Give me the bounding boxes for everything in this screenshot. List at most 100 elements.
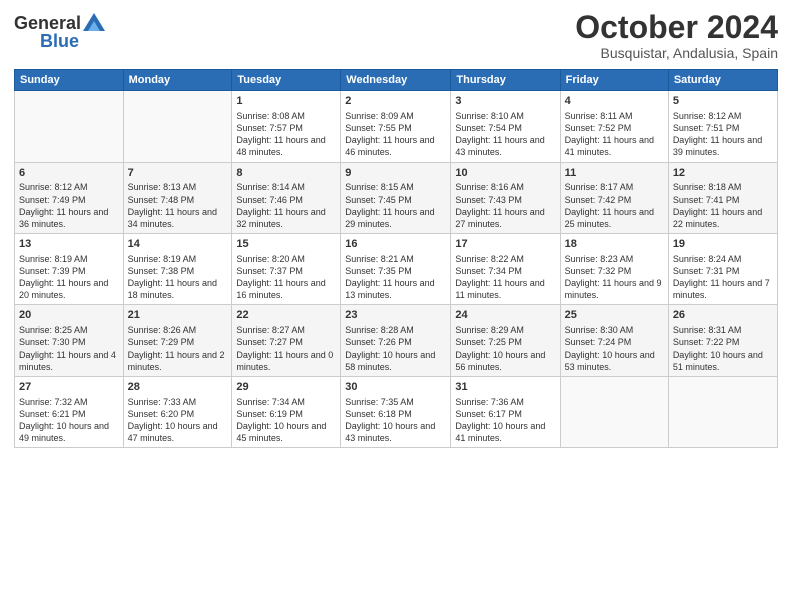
day-number: 27 <box>19 380 119 395</box>
calendar-week-row: 13Sunrise: 8:19 AM Sunset: 7:39 PM Dayli… <box>15 234 778 305</box>
calendar-cell: 27Sunrise: 7:32 AM Sunset: 6:21 PM Dayli… <box>15 376 124 447</box>
calendar-cell: 15Sunrise: 8:20 AM Sunset: 7:37 PM Dayli… <box>232 234 341 305</box>
weekday-header-row: SundayMondayTuesdayWednesdayThursdayFrid… <box>15 70 778 91</box>
logo: General Blue <box>14 14 105 52</box>
calendar-cell: 8Sunrise: 8:14 AM Sunset: 7:46 PM Daylig… <box>232 162 341 233</box>
day-info: Sunrise: 8:25 AM Sunset: 7:30 PM Dayligh… <box>19 324 119 373</box>
location: Busquistar, Andalusia, Spain <box>575 45 778 61</box>
day-info: Sunrise: 8:23 AM Sunset: 7:32 PM Dayligh… <box>565 253 664 302</box>
calendar-cell: 2Sunrise: 8:09 AM Sunset: 7:55 PM Daylig… <box>341 91 451 162</box>
weekday-header: Sunday <box>15 70 124 91</box>
day-number: 16 <box>345 237 446 252</box>
weekday-header: Tuesday <box>232 70 341 91</box>
day-info: Sunrise: 8:10 AM Sunset: 7:54 PM Dayligh… <box>455 110 555 159</box>
calendar-cell <box>123 91 232 162</box>
day-number: 15 <box>236 237 336 252</box>
day-number: 21 <box>128 308 228 323</box>
calendar-cell: 16Sunrise: 8:21 AM Sunset: 7:35 PM Dayli… <box>341 234 451 305</box>
day-info: Sunrise: 7:36 AM Sunset: 6:17 PM Dayligh… <box>455 396 555 445</box>
calendar-cell: 26Sunrise: 8:31 AM Sunset: 7:22 PM Dayli… <box>668 305 777 376</box>
calendar-week-row: 1Sunrise: 8:08 AM Sunset: 7:57 PM Daylig… <box>15 91 778 162</box>
day-number: 10 <box>455 166 555 181</box>
day-info: Sunrise: 8:09 AM Sunset: 7:55 PM Dayligh… <box>345 110 446 159</box>
calendar-cell: 10Sunrise: 8:16 AM Sunset: 7:43 PM Dayli… <box>451 162 560 233</box>
day-info: Sunrise: 8:21 AM Sunset: 7:35 PM Dayligh… <box>345 253 446 302</box>
day-info: Sunrise: 8:14 AM Sunset: 7:46 PM Dayligh… <box>236 181 336 230</box>
day-number: 25 <box>565 308 664 323</box>
calendar-cell: 20Sunrise: 8:25 AM Sunset: 7:30 PM Dayli… <box>15 305 124 376</box>
calendar-cell: 28Sunrise: 7:33 AM Sunset: 6:20 PM Dayli… <box>123 376 232 447</box>
day-info: Sunrise: 7:34 AM Sunset: 6:19 PM Dayligh… <box>236 396 336 445</box>
day-info: Sunrise: 8:27 AM Sunset: 7:27 PM Dayligh… <box>236 324 336 373</box>
day-number: 24 <box>455 308 555 323</box>
day-info: Sunrise: 8:30 AM Sunset: 7:24 PM Dayligh… <box>565 324 664 373</box>
calendar-cell <box>15 91 124 162</box>
day-number: 12 <box>673 166 773 181</box>
calendar-cell: 29Sunrise: 7:34 AM Sunset: 6:19 PM Dayli… <box>232 376 341 447</box>
day-number: 8 <box>236 166 336 181</box>
calendar-cell: 31Sunrise: 7:36 AM Sunset: 6:17 PM Dayli… <box>451 376 560 447</box>
day-number: 5 <box>673 94 773 109</box>
calendar-cell <box>560 376 668 447</box>
page: General Blue October 2024 Busquistar, An… <box>0 0 792 612</box>
calendar-cell: 11Sunrise: 8:17 AM Sunset: 7:42 PM Dayli… <box>560 162 668 233</box>
logo-icon <box>83 13 105 31</box>
day-info: Sunrise: 8:29 AM Sunset: 7:25 PM Dayligh… <box>455 324 555 373</box>
day-info: Sunrise: 8:19 AM Sunset: 7:39 PM Dayligh… <box>19 253 119 302</box>
day-info: Sunrise: 8:16 AM Sunset: 7:43 PM Dayligh… <box>455 181 555 230</box>
day-number: 18 <box>565 237 664 252</box>
calendar-cell: 3Sunrise: 8:10 AM Sunset: 7:54 PM Daylig… <box>451 91 560 162</box>
day-number: 29 <box>236 380 336 395</box>
calendar: SundayMondayTuesdayWednesdayThursdayFrid… <box>14 69 778 448</box>
day-number: 6 <box>19 166 119 181</box>
day-number: 2 <box>345 94 446 109</box>
day-info: Sunrise: 8:26 AM Sunset: 7:29 PM Dayligh… <box>128 324 228 373</box>
day-number: 14 <box>128 237 228 252</box>
calendar-cell: 5Sunrise: 8:12 AM Sunset: 7:51 PM Daylig… <box>668 91 777 162</box>
day-number: 9 <box>345 166 446 181</box>
day-info: Sunrise: 7:35 AM Sunset: 6:18 PM Dayligh… <box>345 396 446 445</box>
calendar-cell: 12Sunrise: 8:18 AM Sunset: 7:41 PM Dayli… <box>668 162 777 233</box>
day-number: 20 <box>19 308 119 323</box>
weekday-header: Thursday <box>451 70 560 91</box>
month-title: October 2024 <box>575 10 778 45</box>
day-info: Sunrise: 8:12 AM Sunset: 7:51 PM Dayligh… <box>673 110 773 159</box>
day-info: Sunrise: 8:22 AM Sunset: 7:34 PM Dayligh… <box>455 253 555 302</box>
day-info: Sunrise: 8:17 AM Sunset: 7:42 PM Dayligh… <box>565 181 664 230</box>
calendar-cell: 18Sunrise: 8:23 AM Sunset: 7:32 PM Dayli… <box>560 234 668 305</box>
day-info: Sunrise: 8:31 AM Sunset: 7:22 PM Dayligh… <box>673 324 773 373</box>
calendar-cell: 14Sunrise: 8:19 AM Sunset: 7:38 PM Dayli… <box>123 234 232 305</box>
day-number: 22 <box>236 308 336 323</box>
day-info: Sunrise: 8:19 AM Sunset: 7:38 PM Dayligh… <box>128 253 228 302</box>
day-number: 7 <box>128 166 228 181</box>
day-number: 26 <box>673 308 773 323</box>
day-info: Sunrise: 8:12 AM Sunset: 7:49 PM Dayligh… <box>19 181 119 230</box>
calendar-week-row: 20Sunrise: 8:25 AM Sunset: 7:30 PM Dayli… <box>15 305 778 376</box>
calendar-week-row: 6Sunrise: 8:12 AM Sunset: 7:49 PM Daylig… <box>15 162 778 233</box>
calendar-cell: 17Sunrise: 8:22 AM Sunset: 7:34 PM Dayli… <box>451 234 560 305</box>
calendar-cell: 4Sunrise: 8:11 AM Sunset: 7:52 PM Daylig… <box>560 91 668 162</box>
day-info: Sunrise: 7:32 AM Sunset: 6:21 PM Dayligh… <box>19 396 119 445</box>
calendar-cell: 21Sunrise: 8:26 AM Sunset: 7:29 PM Dayli… <box>123 305 232 376</box>
day-number: 11 <box>565 166 664 181</box>
day-number: 1 <box>236 94 336 109</box>
day-number: 23 <box>345 308 446 323</box>
calendar-cell: 7Sunrise: 8:13 AM Sunset: 7:48 PM Daylig… <box>123 162 232 233</box>
calendar-cell: 1Sunrise: 8:08 AM Sunset: 7:57 PM Daylig… <box>232 91 341 162</box>
weekday-header: Friday <box>560 70 668 91</box>
calendar-week-row: 27Sunrise: 7:32 AM Sunset: 6:21 PM Dayli… <box>15 376 778 447</box>
day-number: 31 <box>455 380 555 395</box>
calendar-cell: 22Sunrise: 8:27 AM Sunset: 7:27 PM Dayli… <box>232 305 341 376</box>
weekday-header: Monday <box>123 70 232 91</box>
logo-general-text: General <box>14 14 81 32</box>
day-info: Sunrise: 8:24 AM Sunset: 7:31 PM Dayligh… <box>673 253 773 302</box>
day-info: Sunrise: 8:08 AM Sunset: 7:57 PM Dayligh… <box>236 110 336 159</box>
weekday-header: Wednesday <box>341 70 451 91</box>
calendar-cell: 23Sunrise: 8:28 AM Sunset: 7:26 PM Dayli… <box>341 305 451 376</box>
day-number: 28 <box>128 380 228 395</box>
calendar-cell: 24Sunrise: 8:29 AM Sunset: 7:25 PM Dayli… <box>451 305 560 376</box>
day-number: 3 <box>455 94 555 109</box>
day-info: Sunrise: 8:15 AM Sunset: 7:45 PM Dayligh… <box>345 181 446 230</box>
day-info: Sunrise: 8:28 AM Sunset: 7:26 PM Dayligh… <box>345 324 446 373</box>
calendar-cell: 9Sunrise: 8:15 AM Sunset: 7:45 PM Daylig… <box>341 162 451 233</box>
